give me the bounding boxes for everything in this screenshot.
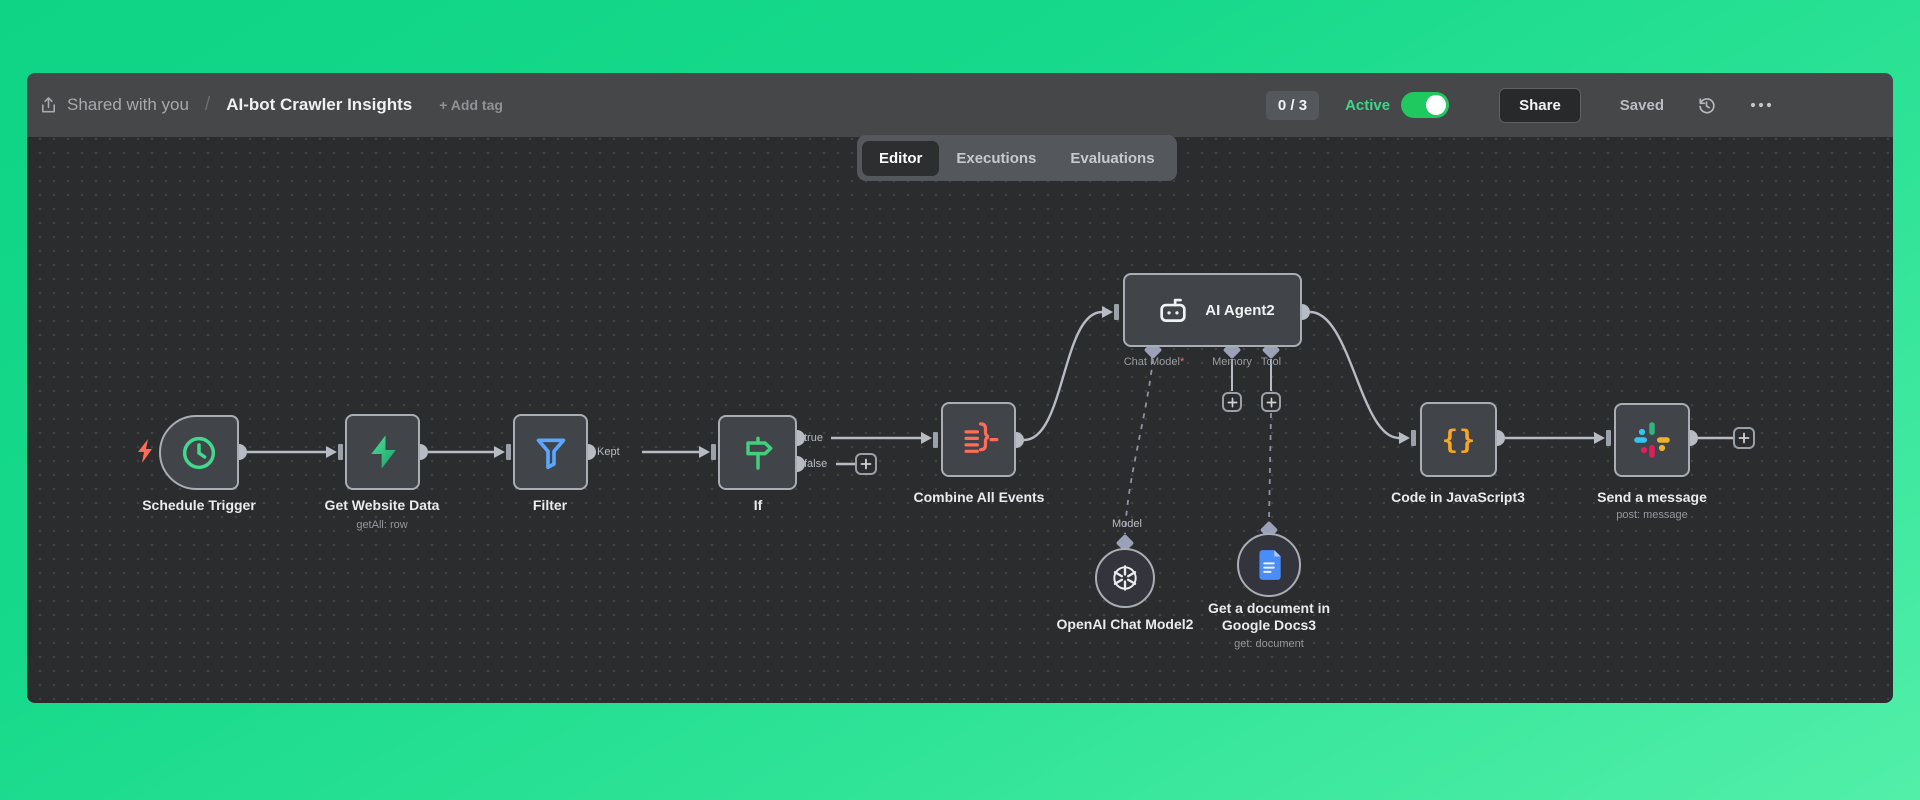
more-options-icon[interactable] bbox=[1749, 101, 1773, 109]
node-send-message-slack[interactable] bbox=[1614, 403, 1690, 477]
supabase-bolt-icon bbox=[370, 435, 396, 469]
node-label: Get a document in Google Docs3 bbox=[1207, 600, 1331, 633]
node-subtitle: get: document bbox=[1234, 638, 1304, 650]
add-node-button-false-branch[interactable] bbox=[855, 453, 877, 475]
node-filter[interactable] bbox=[513, 414, 588, 490]
agent-node-content: AI Agent2 bbox=[1150, 293, 1275, 327]
breadcrumb-separator: / bbox=[204, 94, 211, 115]
add-memory-button[interactable] bbox=[1222, 392, 1242, 412]
tab-executions[interactable]: Executions bbox=[939, 141, 1053, 176]
node-if[interactable] bbox=[718, 415, 797, 490]
robot-icon bbox=[1160, 298, 1186, 322]
node-code-javascript[interactable]: {} bbox=[1420, 402, 1497, 477]
trigger-lightning-icon bbox=[138, 439, 152, 463]
topbar-actions: 0 / 3 Active Share Saved bbox=[1265, 87, 1773, 123]
node-schedule-trigger[interactable] bbox=[159, 415, 239, 490]
active-toggle[interactable] bbox=[1401, 92, 1450, 118]
node-label: Filter bbox=[532, 497, 568, 513]
plus-icon bbox=[1227, 397, 1237, 407]
workflow-title[interactable]: AI-bot Crawler Insights bbox=[226, 95, 412, 115]
tab-evaluations[interactable]: Evaluations bbox=[1053, 141, 1171, 176]
node-combine-all-events[interactable] bbox=[941, 402, 1016, 477]
funnel-icon bbox=[536, 438, 565, 470]
port-label-chat-model: Chat Model* bbox=[1123, 356, 1185, 368]
node-get-website-data[interactable] bbox=[345, 414, 420, 490]
node-label: OpenAI Chat Model2 bbox=[1056, 616, 1194, 632]
node-label: Combine All Events bbox=[913, 489, 1045, 505]
add-tag-button[interactable]: + Add tag bbox=[439, 97, 503, 113]
node-label: Get Website Data bbox=[324, 497, 440, 513]
executions-counter-badge[interactable]: 0 / 3 bbox=[1265, 90, 1320, 120]
share-button[interactable]: Share bbox=[1499, 87, 1581, 123]
plus-icon bbox=[860, 458, 872, 470]
add-node-button-end[interactable] bbox=[1733, 427, 1755, 449]
node-label: Send a message bbox=[1597, 489, 1707, 505]
tab-editor[interactable]: Editor bbox=[862, 140, 940, 176]
add-tool-button[interactable] bbox=[1261, 392, 1281, 412]
node-google-docs[interactable] bbox=[1237, 533, 1301, 597]
plus-icon bbox=[1266, 397, 1276, 407]
node-label: Code in JavaScript3 bbox=[1391, 489, 1525, 505]
history-icon[interactable] bbox=[1696, 95, 1717, 116]
signpost-icon bbox=[745, 436, 772, 470]
share-upload-icon bbox=[41, 96, 56, 112]
toggle-knob bbox=[1426, 95, 1447, 115]
port-label-memory: Memory bbox=[1212, 356, 1252, 368]
connection-label-false: false bbox=[804, 458, 828, 470]
agent-node-title: AI Agent2 bbox=[1205, 301, 1275, 319]
google-docs-icon bbox=[1259, 550, 1281, 580]
openai-icon bbox=[1113, 565, 1137, 591]
node-subtitle: getAll: row bbox=[356, 519, 408, 531]
port-label-tool: Tool bbox=[1260, 356, 1282, 368]
node-ai-agent[interactable]: AI Agent2 bbox=[1123, 273, 1302, 347]
clock-icon bbox=[182, 436, 216, 469]
node-label: Schedule Trigger bbox=[142, 497, 256, 513]
aggregate-icon bbox=[963, 421, 998, 453]
curly-braces-icon: {} bbox=[1441, 425, 1476, 456]
connection-label-kept: Kept bbox=[597, 446, 620, 458]
model-port-label: Model bbox=[1112, 518, 1142, 530]
active-label: Active bbox=[1345, 96, 1391, 114]
app-background: Shared with you / AI-bot Crawler Insight… bbox=[0, 0, 1920, 800]
workflow-topbar: Shared with you / AI-bot Crawler Insight… bbox=[27, 73, 1893, 137]
breadcrumb-shared[interactable]: Shared with you bbox=[67, 95, 189, 115]
slack-icon bbox=[1634, 422, 1670, 458]
save-status: Saved bbox=[1619, 96, 1664, 114]
node-label: If bbox=[753, 497, 763, 513]
connection-label-true: true bbox=[804, 432, 823, 444]
required-marker: * bbox=[1179, 356, 1185, 368]
view-tabs: Editor Executions Evaluations bbox=[857, 135, 1177, 181]
node-openai-chat-model[interactable] bbox=[1095, 548, 1155, 608]
svg-text:{}: {} bbox=[1441, 425, 1476, 456]
node-subtitle: post: message bbox=[1616, 509, 1688, 521]
plus-icon bbox=[1738, 432, 1750, 444]
